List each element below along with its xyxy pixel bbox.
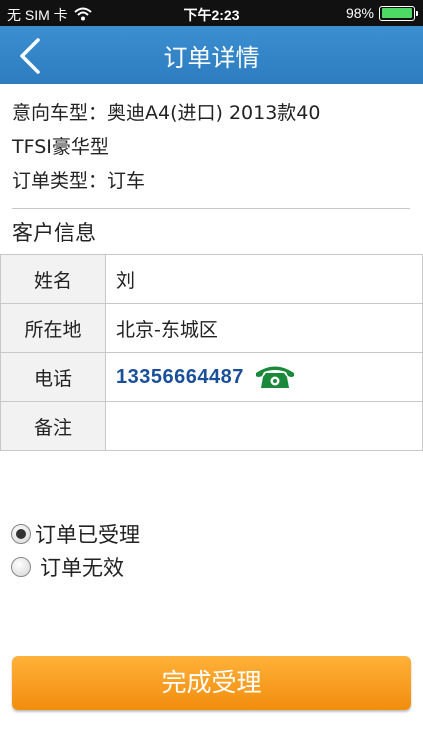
order-info: 意向车型：奥迪A4(进口) 2013款40 TFSI豪华型 订单类型：订车 xyxy=(12,96,412,198)
name-value: 刘 xyxy=(106,255,423,303)
nav-bar: 订单详情 xyxy=(0,26,423,84)
note-value xyxy=(106,402,423,450)
battery-fill xyxy=(381,8,412,18)
divider xyxy=(12,208,410,209)
table-row: 电话 13356664487 xyxy=(0,353,423,402)
radio-label: 订单无效 xyxy=(40,555,124,580)
customer-table: 姓名 刘 所在地 北京-东城区 电话 13356664487 备注 xyxy=(0,254,423,451)
order-status-radio-group: 订单已受理 订单无效 xyxy=(11,517,140,583)
page-title: 订单详情 xyxy=(163,44,260,72)
radio-order-invalid[interactable]: 订单无效 xyxy=(11,550,140,583)
table-row: 姓名 刘 xyxy=(0,255,423,304)
phone-icon[interactable] xyxy=(254,364,296,390)
radio-order-accepted[interactable]: 订单已受理 xyxy=(11,517,140,550)
order-model-line2: TFSI豪华型 xyxy=(12,136,109,158)
phone-cell: 13356664487 xyxy=(106,353,423,401)
radio-unchecked-icon[interactable] xyxy=(11,556,31,577)
name-label: 姓名 xyxy=(0,255,106,303)
table-row: 备注 xyxy=(0,402,423,451)
status-bar: 无 SIM 卡 下午2:23 98% xyxy=(0,0,423,26)
note-label: 备注 xyxy=(0,402,106,450)
phone-number[interactable]: 13356664487 xyxy=(116,366,244,389)
battery-icon xyxy=(379,5,418,21)
phone-label: 电话 xyxy=(0,353,106,401)
radio-checked-icon[interactable] xyxy=(11,523,31,544)
order-type: 订单类型：订车 xyxy=(12,170,146,192)
table-row: 所在地 北京-东城区 xyxy=(0,304,423,353)
status-right: 98% xyxy=(345,5,418,21)
order-model-line1: 意向车型：奥迪A4(进口) 2013款40 xyxy=(12,102,321,124)
radio-label: 订单已受理 xyxy=(35,522,140,547)
location-value: 北京-东城区 xyxy=(106,304,423,352)
location-label: 所在地 xyxy=(0,304,106,352)
complete-button[interactable]: 完成受理 xyxy=(12,656,411,710)
battery-percent: 98% xyxy=(345,5,374,21)
customer-section-title: 客户信息 xyxy=(12,221,96,245)
